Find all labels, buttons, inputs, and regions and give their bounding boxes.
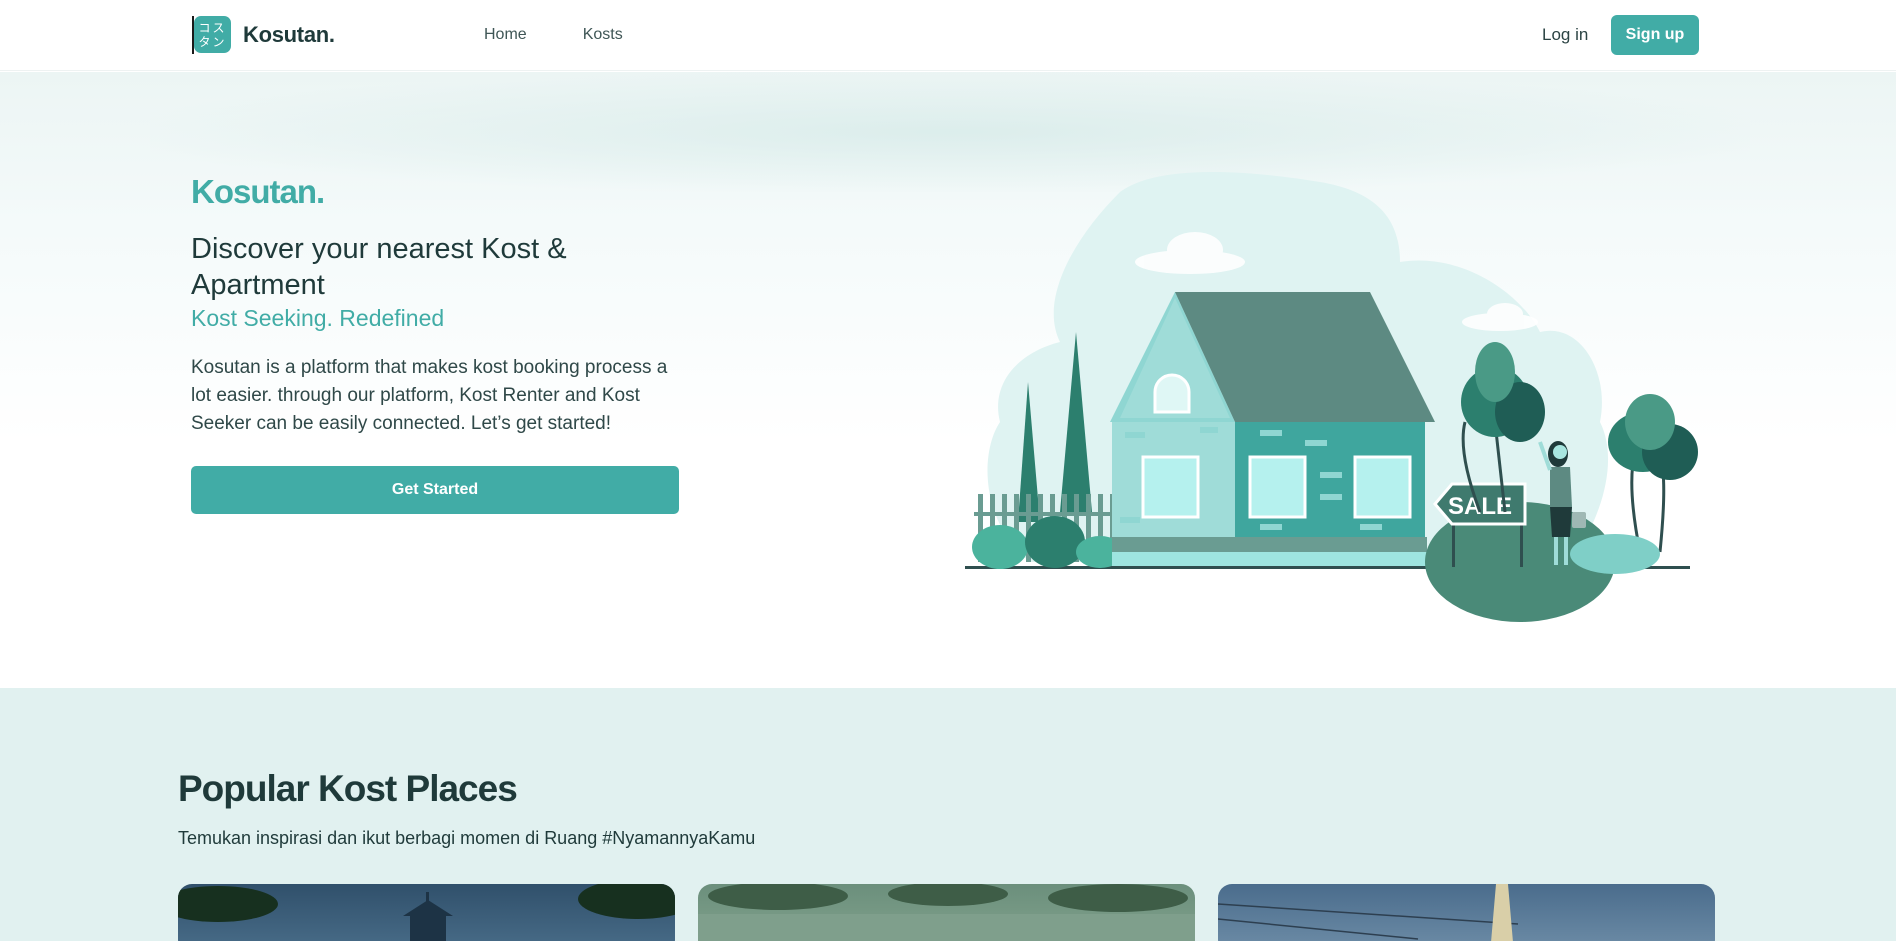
nav-links: Home Kosts xyxy=(484,26,623,44)
logo-glyph-top: コス xyxy=(198,20,227,35)
place-card-1-image xyxy=(178,884,675,941)
logo-glyph-bottom: タン xyxy=(198,34,227,49)
hero-text: Kosutan. Discover your nearest Kost & Ap… xyxy=(191,173,691,438)
place-card-3-image xyxy=(1218,884,1519,941)
get-started-button[interactable]: Get Started xyxy=(191,466,679,514)
place-card-2-image xyxy=(698,884,1195,941)
house xyxy=(1110,292,1435,566)
logo-icon: コス タン xyxy=(192,16,231,54)
popular-title: Popular Kost Places xyxy=(178,768,518,809)
brand-name: Kosutan. xyxy=(243,21,335,47)
place-card-1[interactable] xyxy=(178,884,675,941)
navbar: コス タン Kosutan. Home Kosts Log in Sign up xyxy=(0,0,1896,71)
brand-link[interactable]: コス タン Kosutan. xyxy=(192,16,335,54)
popular-subtitle: Temukan inspirasi dan ikut berbagi momen… xyxy=(178,828,756,848)
hero-title: Discover your nearest Kost & Apartment xyxy=(191,233,567,301)
nav-link-kosts[interactable]: Kosts xyxy=(583,26,623,44)
hero-brand: Kosutan. xyxy=(191,173,325,210)
place-card-3[interactable] xyxy=(1218,884,1715,941)
login-link[interactable]: Log in xyxy=(1542,25,1588,45)
hero-description: Kosutan is a platform that makes kost bo… xyxy=(191,357,668,434)
hero-subtitle: Kost Seeking. Redefined xyxy=(191,305,445,331)
place-card-2[interactable] xyxy=(698,884,1195,941)
popular-section: Popular Kost Places Temukan inspirasi da… xyxy=(0,688,1896,941)
signup-button[interactable]: Sign up xyxy=(1611,15,1699,55)
hero-section: Kosutan. Discover your nearest Kost & Ap… xyxy=(0,72,1896,688)
nav-link-home[interactable]: Home xyxy=(484,26,527,44)
house-for-sale-illustration: SALE xyxy=(965,172,1698,622)
